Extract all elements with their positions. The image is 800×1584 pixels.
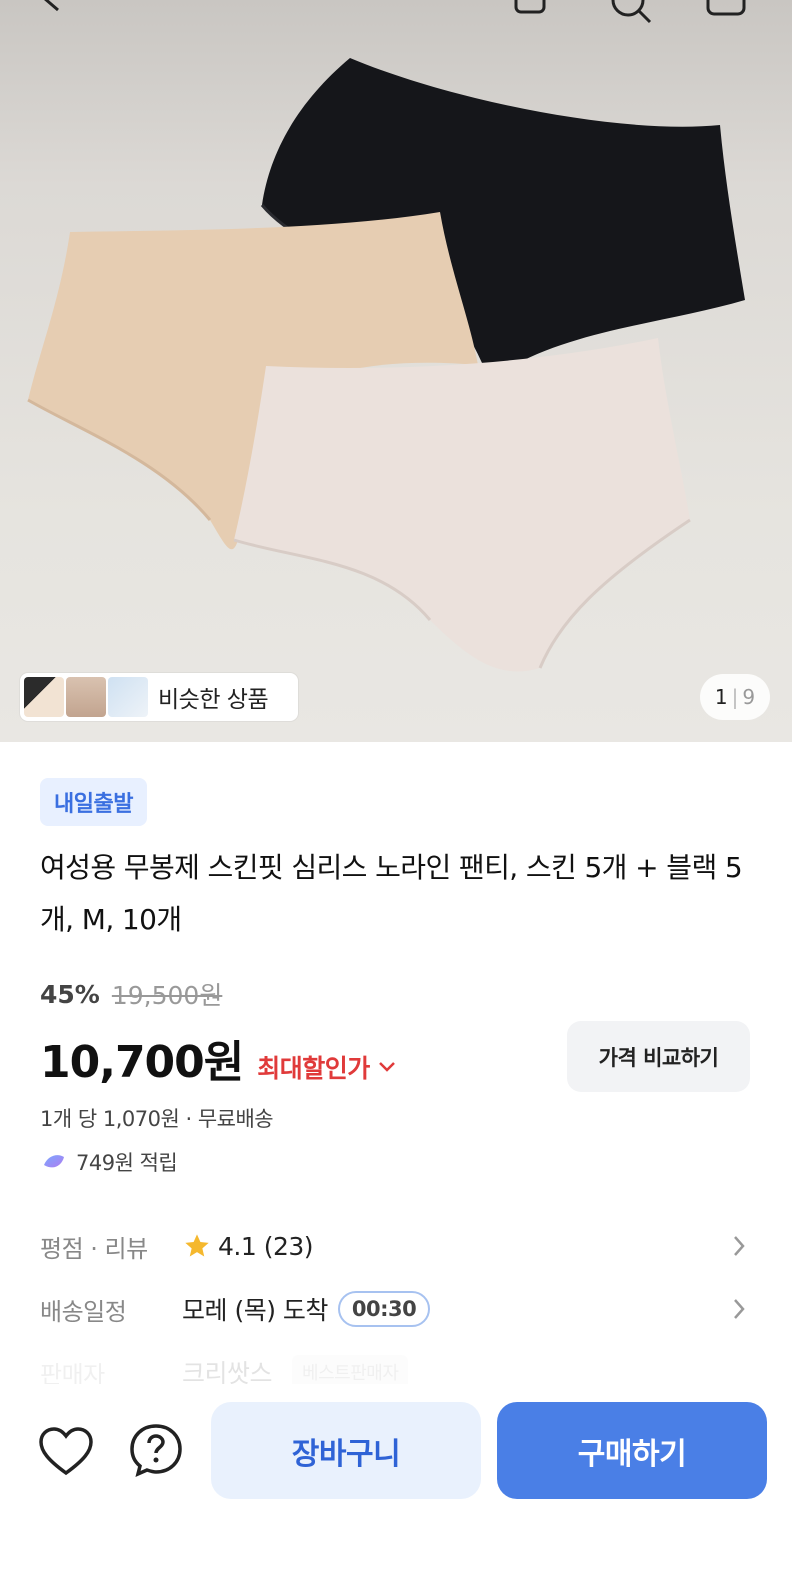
add-to-cart-button[interactable]: 장바구니 bbox=[211, 1402, 481, 1499]
top-navigation-bar bbox=[0, 0, 792, 30]
rating-value-group: 4.1 (23) bbox=[182, 1231, 314, 1261]
price-row: 10,700원 최대할인가 bbox=[40, 1026, 396, 1090]
pager-total: 9 bbox=[742, 685, 756, 709]
image-pager: 1 | 9 bbox=[700, 674, 770, 720]
buy-now-button[interactable]: 구매하기 bbox=[497, 1402, 767, 1499]
delivery-timer: 00:30 bbox=[337, 1291, 431, 1327]
delivery-schedule-row[interactable]: 배송일정 모레 (목) 도착 00:30 bbox=[40, 1285, 760, 1333]
similar-products-chip[interactable]: 비슷한 상품 bbox=[20, 673, 298, 721]
pager-current: 1 bbox=[714, 685, 728, 709]
shipping-badge: 내일출발 bbox=[40, 778, 147, 826]
points-text: 749원 적립 bbox=[76, 1151, 178, 1175]
rating-label: 평점 · 리뷰 bbox=[40, 1234, 148, 1263]
share-icon[interactable] bbox=[510, 0, 550, 18]
star-icon bbox=[185, 1234, 209, 1257]
product-photo bbox=[27, 58, 745, 672]
discount-percent: 45% bbox=[40, 979, 100, 1009]
chevron-right-icon bbox=[734, 1299, 745, 1319]
sale-price: 10,700원 bbox=[40, 1037, 244, 1088]
light-panty-shape bbox=[234, 338, 690, 672]
reward-points: 749원 적립 bbox=[40, 1147, 178, 1177]
similar-thumb-2 bbox=[66, 677, 106, 717]
price-compare-button[interactable]: 가격 비교하기 bbox=[567, 1021, 750, 1092]
points-icon bbox=[44, 1155, 64, 1168]
similar-thumb-3 bbox=[108, 677, 148, 717]
product-image-gallery[interactable]: 비슷한 상품 1 | 9 bbox=[0, 0, 792, 742]
delivery-value-group: 모레 (목) 도착 00:30 bbox=[182, 1291, 431, 1327]
heart-icon[interactable] bbox=[38, 1426, 94, 1478]
delivery-value: 모레 (목) 도착 bbox=[182, 1296, 328, 1325]
unit-price-shipping: 1개 당 1,070원 · 무료배송 bbox=[40, 1107, 274, 1131]
similar-products-label: 비슷한 상품 bbox=[158, 687, 269, 713]
rating-review-row[interactable]: 평점 · 리뷰 4.1 (23) bbox=[40, 1222, 760, 1270]
question-icon[interactable] bbox=[128, 1422, 184, 1478]
cart-icon[interactable] bbox=[704, 0, 748, 18]
back-arrow-icon[interactable] bbox=[30, 0, 70, 18]
delivery-label: 배송일정 bbox=[40, 1297, 127, 1326]
original-price: 19,500원 bbox=[111, 981, 223, 1010]
product-title: 여성용 무봉제 스킨핏 심리스 노라인 팬티, 스킨 5개 + 블랙 5개, M… bbox=[40, 851, 743, 936]
chevron-right-icon bbox=[734, 1236, 745, 1256]
max-discount-toggle[interactable]: 최대할인가 bbox=[257, 1049, 396, 1085]
similar-thumb-1 bbox=[24, 677, 64, 717]
chevron-down-icon bbox=[378, 1062, 395, 1072]
max-discount-label: 최대할인가 bbox=[257, 1054, 370, 1083]
discount-row: 45% 19,500원 bbox=[40, 976, 222, 1012]
search-icon[interactable] bbox=[606, 0, 654, 26]
pager-separator: | bbox=[731, 685, 739, 709]
rating-value: 4.1 (23) bbox=[218, 1231, 314, 1261]
